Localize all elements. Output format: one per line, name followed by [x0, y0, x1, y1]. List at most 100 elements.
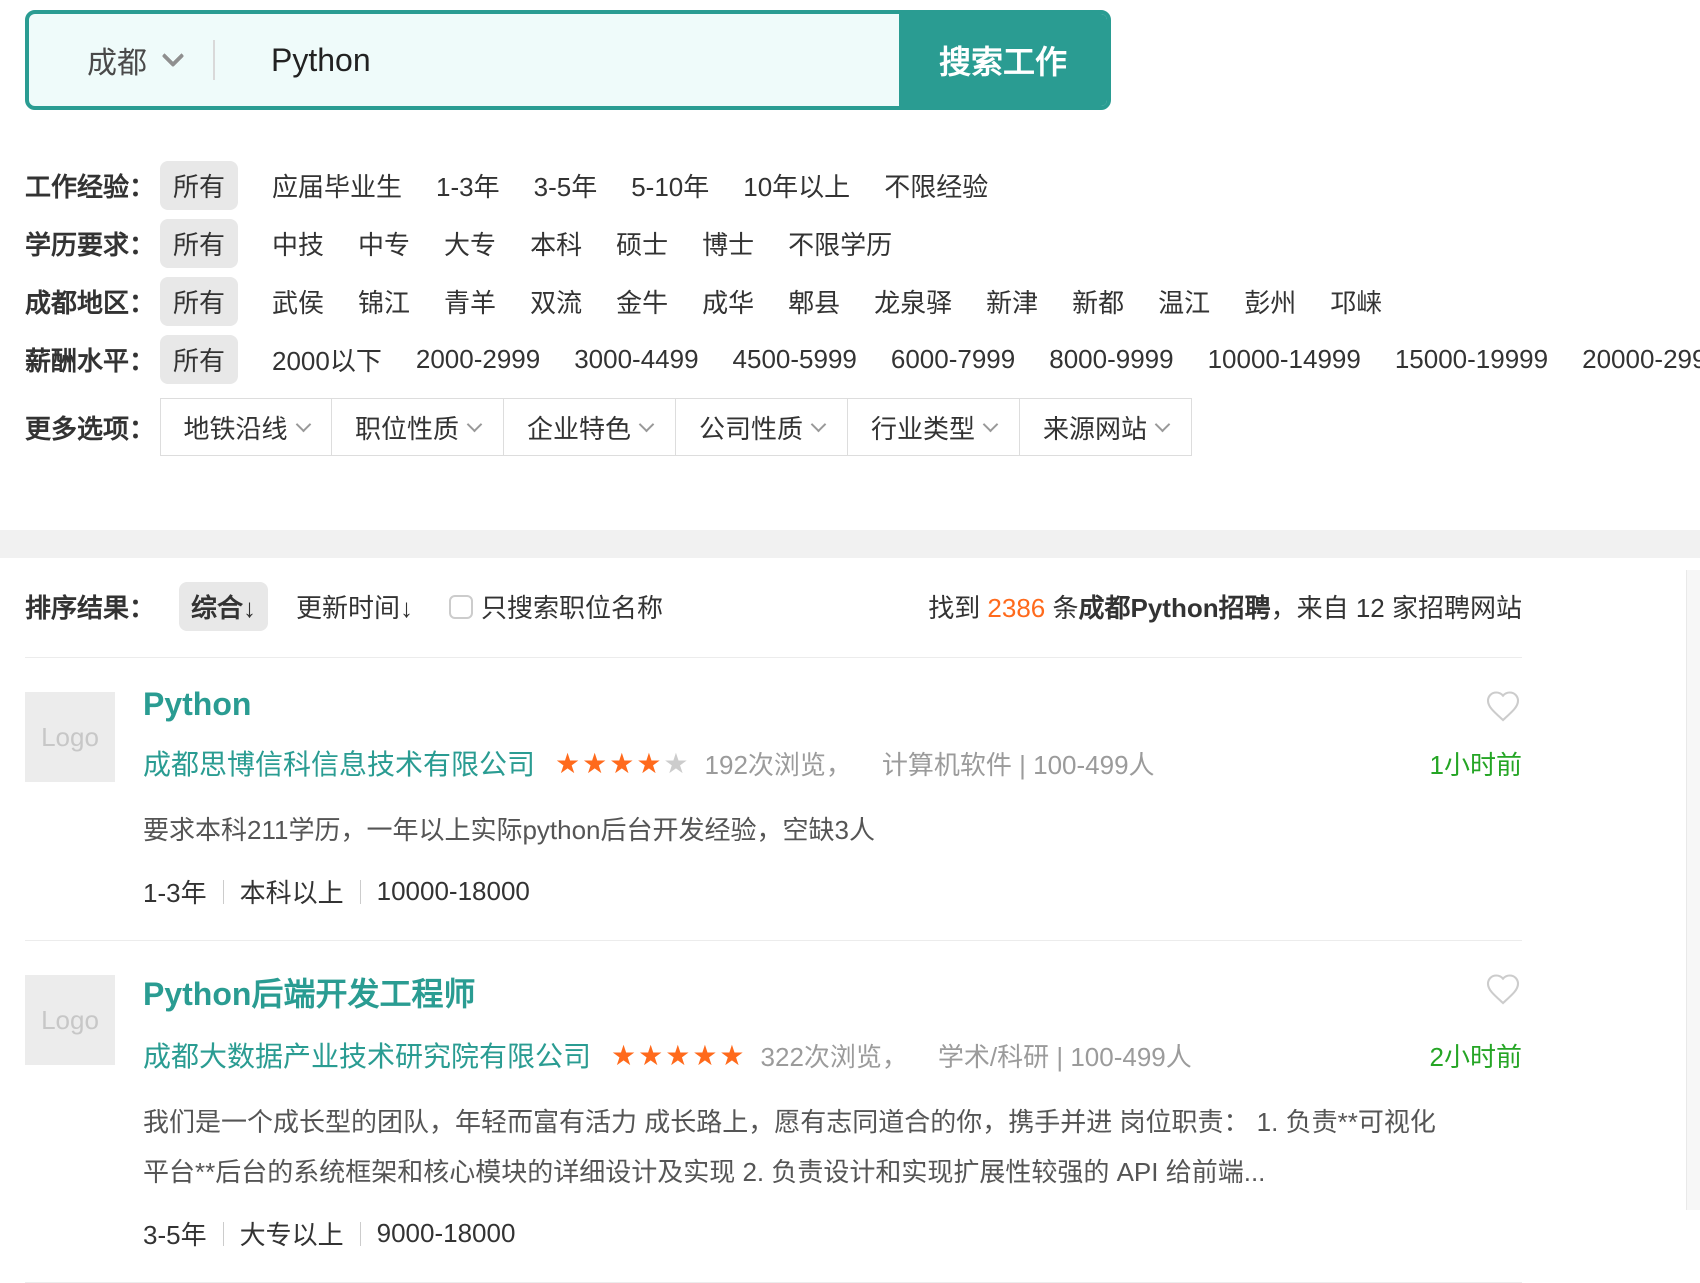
filter-option[interactable]: 中技	[272, 225, 324, 262]
filter-option[interactable]: 龙泉驿	[874, 283, 952, 320]
filter-option[interactable]: 成华	[702, 283, 754, 320]
filter-option[interactable]: 金牛	[616, 283, 668, 320]
section-divider	[0, 530, 1700, 558]
filter-option[interactable]: 20000-29999	[1582, 344, 1700, 375]
title-only-checkbox-label[interactable]: 只搜索职位名称	[481, 588, 663, 625]
filter-option[interactable]: 博士	[702, 225, 754, 262]
stars-filled: ★★★★★	[611, 1040, 747, 1071]
result-summary: 找到 2386 条成都Python招聘，来自 12 家招聘网站	[928, 588, 1522, 625]
meta-separator	[223, 1222, 224, 1246]
city-selector[interactable]: 成都	[29, 14, 181, 106]
sort-update-time-button[interactable]: 更新时间↓	[296, 588, 413, 625]
filter-option[interactable]: 彭州	[1244, 283, 1296, 320]
filter-option[interactable]: 邛崃	[1330, 283, 1382, 320]
filter-row-more-options: 更多选项： 地铁沿线 职位性质 企业特色 公司性质 行业类型	[25, 398, 1700, 456]
chevron-down-icon	[639, 416, 655, 432]
filter-row-education: 学历要求： 所有 中技 中专 大专 本科 硕士 博士 不限学历	[25, 214, 1700, 272]
filter-option[interactable]: 所有	[160, 335, 238, 384]
star-rating: ★★★★★	[555, 747, 691, 780]
education-required: 大专以上	[240, 1215, 344, 1252]
industry-size: 学术/科研 | 100-499人	[938, 1037, 1192, 1074]
filter-option[interactable]: 不限学历	[788, 225, 892, 262]
search-button[interactable]: 搜索工作	[899, 14, 1107, 106]
filter-option[interactable]: 4500-5999	[733, 344, 857, 375]
filter-label: 更多选项：	[25, 409, 160, 446]
filter-option[interactable]: 武侯	[272, 283, 324, 320]
filter-option[interactable]: 锦江	[358, 283, 410, 320]
meta-separator	[360, 880, 361, 904]
experience-required: 1-3年	[143, 873, 207, 910]
filter-option[interactable]: 大专	[444, 225, 496, 262]
dropdown-label: 来源网站	[1043, 409, 1147, 446]
filter-panel: 工作经验： 所有 应届毕业生 1-3年 3-5年 5-10年 10年以上 不限经…	[25, 156, 1700, 456]
filter-option[interactable]: 所有	[160, 161, 238, 210]
summary-text: ，来自	[1271, 593, 1356, 623]
meta-separator	[360, 1222, 361, 1246]
site-count: 12	[1356, 593, 1385, 623]
dropdown-label: 职位性质	[355, 409, 459, 446]
filter-row-experience: 工作经验： 所有 应届毕业生 1-3年 3-5年 5-10年 10年以上 不限经…	[25, 156, 1700, 214]
company-name-link[interactable]: 成都大数据产业技术研究院有限公司	[143, 1035, 591, 1075]
favorite-heart-icon[interactable]	[1484, 971, 1522, 1007]
dropdown-company-feature[interactable]: 企业特色	[504, 398, 676, 456]
filter-label: 薪酬水平：	[25, 341, 160, 378]
filter-option[interactable]: 1-3年	[436, 167, 500, 204]
filter-option[interactable]: 6000-7999	[891, 344, 1015, 375]
filter-option[interactable]: 15000-19999	[1395, 344, 1548, 375]
filter-option[interactable]: 郫县	[788, 283, 840, 320]
filter-option[interactable]: 10000-14999	[1208, 344, 1361, 375]
chevron-down-icon	[1155, 416, 1171, 432]
favorite-heart-icon[interactable]	[1484, 688, 1522, 724]
filter-option[interactable]: 本科	[530, 225, 582, 262]
dropdown-industry-type[interactable]: 行业类型	[848, 398, 1020, 456]
job-meta: 1-3年 本科以上 10000-18000	[143, 873, 1522, 910]
filter-option[interactable]: 新津	[986, 283, 1038, 320]
education-required: 本科以上	[240, 873, 344, 910]
filter-option[interactable]: 所有	[160, 277, 238, 326]
filter-option[interactable]: 双流	[530, 283, 582, 320]
filter-option[interactable]: 3000-4499	[574, 344, 698, 375]
filter-option[interactable]: 应届毕业生	[272, 167, 402, 204]
meta-separator	[223, 880, 224, 904]
job-description: 我们是一个成长型的团队，年轻而富有活力 成长路上，愿有志同道合的你，携手并进 岗…	[143, 1097, 1445, 1197]
salary-range: 10000-18000	[377, 876, 530, 907]
filter-option[interactable]: 新都	[1072, 283, 1124, 320]
filter-label: 学历要求：	[25, 225, 160, 262]
filter-option[interactable]: 3-5年	[534, 167, 598, 204]
job-title-link[interactable]: Python后端开发工程师	[143, 969, 475, 1015]
dropdown-metro-line[interactable]: 地铁沿线	[160, 398, 332, 456]
dropdown-label: 公司性质	[699, 409, 803, 446]
view-count: 192次浏览，	[705, 745, 852, 782]
chevron-down-icon	[162, 45, 185, 68]
posted-time: 2小时前	[1430, 1037, 1522, 1074]
filter-option[interactable]: 8000-9999	[1049, 344, 1173, 375]
filter-option[interactable]: 5-10年	[631, 167, 709, 204]
filter-option[interactable]: 硕士	[616, 225, 668, 262]
result-count: 2386	[987, 593, 1045, 623]
filter-option[interactable]: 10年以上	[743, 167, 850, 204]
filter-option[interactable]: 不限经验	[884, 167, 988, 204]
filter-option[interactable]: 温江	[1158, 283, 1210, 320]
filter-option[interactable]: 2000以下	[272, 341, 382, 378]
job-title-link[interactable]: Python	[143, 686, 251, 723]
filter-option[interactable]: 青羊	[444, 283, 496, 320]
stars-filled: ★★★★	[555, 748, 663, 779]
job-listing: Logo Python后端开发工程师 成都大数据产业技术研究院有限公司 ★★★★…	[25, 941, 1522, 1283]
dropdown-label: 行业类型	[871, 409, 975, 446]
filter-option[interactable]: 中专	[358, 225, 410, 262]
title-only-checkbox[interactable]	[449, 595, 473, 619]
job-listing: Logo Python 成都思博信科信息技术有限公司 ★★★★★ 192次浏览，…	[25, 658, 1522, 941]
filter-option[interactable]: 所有	[160, 219, 238, 268]
summary-query: 成都Python招聘	[1079, 593, 1271, 623]
industry-size: 计算机软件 | 100-499人	[882, 745, 1155, 782]
summary-text: 条	[1045, 593, 1078, 623]
dropdown-company-type[interactable]: 公司性质	[676, 398, 848, 456]
scrollbar-track[interactable]	[1686, 570, 1700, 1210]
search-input[interactable]: Python	[215, 14, 899, 106]
dropdown-source-site[interactable]: 来源网站	[1020, 398, 1192, 456]
dropdown-job-type[interactable]: 职位性质	[332, 398, 504, 456]
company-name-link[interactable]: 成都思博信科信息技术有限公司	[143, 743, 535, 783]
chevron-down-icon	[983, 416, 999, 432]
filter-option[interactable]: 2000-2999	[416, 344, 540, 375]
sort-comprehensive-button[interactable]: 综合↓	[179, 582, 268, 631]
